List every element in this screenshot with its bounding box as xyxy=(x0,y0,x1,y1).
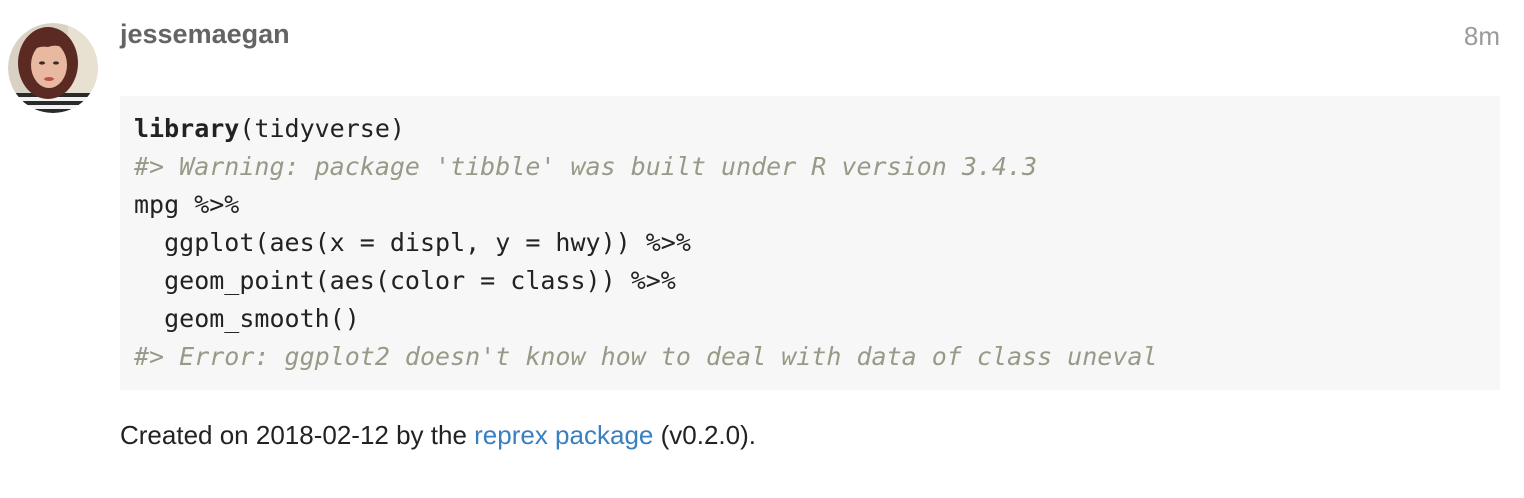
code-line: library(tidyverse) xyxy=(134,110,1500,148)
forum-post: jessemaegan 8m library(tidyverse) #> War… xyxy=(0,0,1524,498)
code-line: ggplot(aes(x = displ, y = hwy)) %>% xyxy=(134,228,691,257)
username[interactable]: jessemaegan xyxy=(120,19,290,50)
reprex-footer: Created on 2018-02-12 by the reprex pack… xyxy=(120,420,756,451)
reprex-package-link[interactable]: reprex package xyxy=(474,420,653,450)
code-text: (tidyverse) xyxy=(239,114,405,143)
footer-prefix-text: Created on 2018-02-12 by the xyxy=(120,420,475,450)
code-line: geom_point(aes(color = class)) %>% xyxy=(134,266,676,295)
code-line: mpg %>% xyxy=(134,190,240,219)
post-timestamp[interactable]: 8m xyxy=(1464,21,1500,52)
code-comment-line: #> Error: ggplot2 doesn't know how to de… xyxy=(134,342,1158,371)
code-comment-line: #> Warning: package 'tibble' was built u… xyxy=(134,152,1038,181)
code-line: geom_smooth() xyxy=(134,304,360,333)
code-block: library(tidyverse) #> Warning: package '… xyxy=(120,96,1500,390)
code-keyword: library xyxy=(134,114,240,143)
user-avatar[interactable] xyxy=(8,23,98,113)
footer-suffix-text: (v0.2.0). xyxy=(653,420,756,450)
